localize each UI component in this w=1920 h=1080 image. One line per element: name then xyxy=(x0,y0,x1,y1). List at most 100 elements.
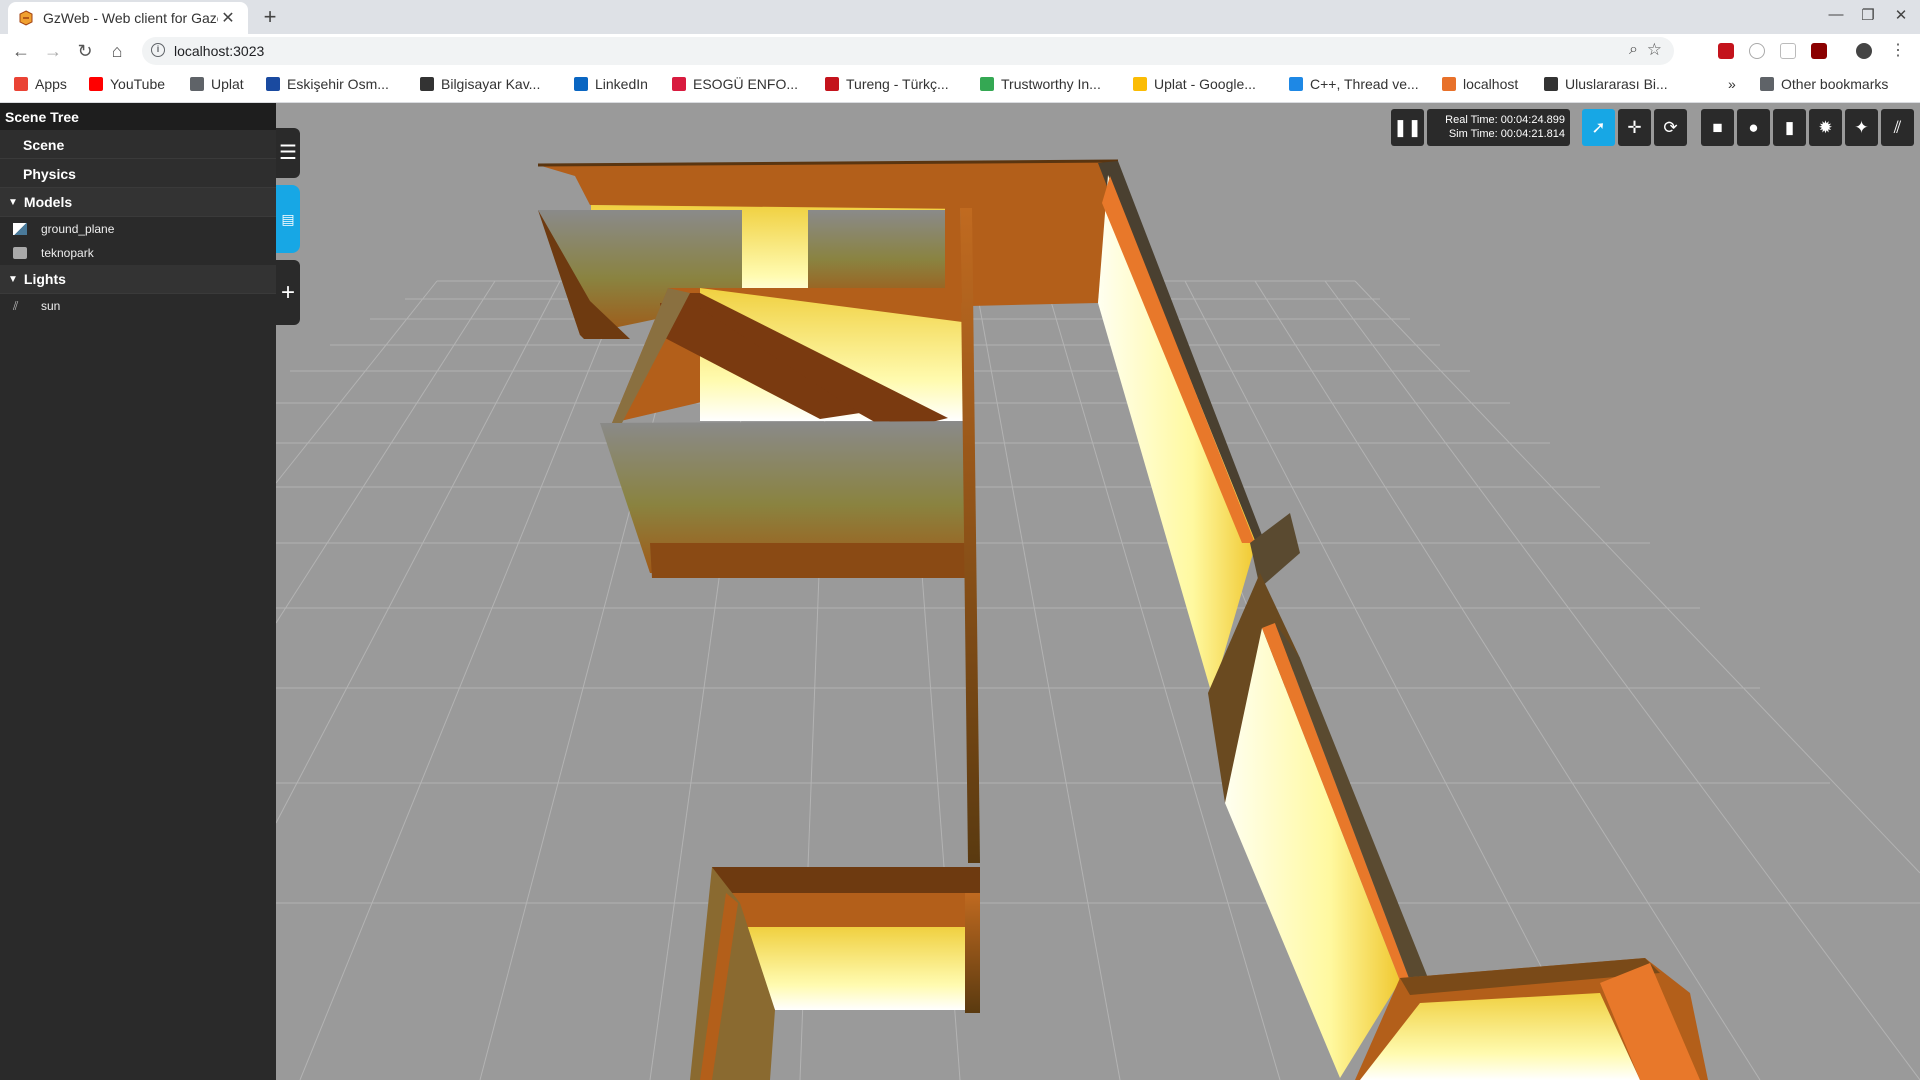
side-tabs: ☰ ▤ + xyxy=(276,128,300,346)
gazebo-icon xyxy=(19,10,33,26)
section-physics[interactable]: Physics xyxy=(0,159,276,188)
bookmarks-bar: » Other bookmarks Apps YouTube Uplat Eskişe… xyxy=(0,68,1920,103)
group-models-label: Models xyxy=(23,194,73,210)
bookmark-favicon-icon xyxy=(420,77,434,91)
bookmark-item[interactable]: YouTube xyxy=(89,76,165,92)
bookmark-favicon-icon xyxy=(1289,77,1303,91)
group-lights-label: Lights xyxy=(23,271,66,287)
bookmark-item[interactable]: Uplat xyxy=(190,76,244,92)
sphere-shape-icon[interactable]: ● xyxy=(1737,109,1770,146)
bookmark-favicon-icon xyxy=(14,77,28,91)
zoom-icon[interactable]: ⌕ xyxy=(1629,41,1638,59)
rotate-mode-icon[interactable]: ⟳ xyxy=(1654,109,1687,146)
bookmark-label: Tureng - Türkç... xyxy=(846,76,949,92)
pause-button[interactable]: ❚❚ xyxy=(1391,109,1424,146)
bookmark-favicon-icon xyxy=(1133,77,1147,91)
caret-down-icon: ▼ xyxy=(8,273,18,285)
ublock-icon[interactable] xyxy=(1811,43,1827,59)
bookmark-label: localhost xyxy=(1463,76,1519,92)
restore-icon[interactable]: ❐ xyxy=(1856,6,1880,24)
bookmark-label: LinkedIn xyxy=(595,76,648,92)
bookmark-item[interactable]: Apps xyxy=(14,76,67,92)
directional-light-tool-icon[interactable]: ⫽ xyxy=(1881,109,1914,146)
model-item-teknopark[interactable]: teknopark xyxy=(0,241,276,265)
spot-light-icon[interactable]: ✦ xyxy=(1845,109,1878,146)
translate-mode-icon[interactable]: ✛ xyxy=(1618,109,1651,146)
bookmark-label: Uplat - Google... xyxy=(1154,76,1256,92)
hud-manipulation-tools: ➚ ✛ ⟳ xyxy=(1582,109,1687,147)
box-shape-icon[interactable]: ■ xyxy=(1701,109,1734,146)
caret-down-icon: ▼ xyxy=(8,196,18,208)
directional-light-icon: ⫽ xyxy=(13,299,19,313)
cylinder-shape-icon[interactable]: ▮ xyxy=(1773,109,1806,146)
site-info-icon[interactable]: i xyxy=(151,43,165,57)
box-icon xyxy=(13,247,27,259)
address-bar[interactable]: i localhost:3023 ⌕ ☆ xyxy=(142,37,1674,65)
bookmark-item[interactable]: Bilgisayar Kav... xyxy=(420,76,540,92)
plane-icon xyxy=(13,223,27,235)
home-icon[interactable]: ⌂ xyxy=(105,40,129,62)
minimize-icon[interactable]: — xyxy=(1824,6,1848,23)
group-models[interactable]: ▼ Models xyxy=(0,188,276,217)
section-scene[interactable]: Scene xyxy=(0,130,276,159)
extension-icon[interactable] xyxy=(1749,43,1765,59)
light-item-sun[interactable]: ⫽ sun xyxy=(0,294,276,318)
hud-insert-tools: ■ ● ▮ ✹ ✦ ⫽ xyxy=(1701,109,1914,147)
extension-icon[interactable] xyxy=(1780,43,1796,59)
bookmark-favicon-icon xyxy=(574,77,588,91)
tab-title: GzWeb - Web client for Gazebo xyxy=(43,10,218,26)
time-display: Real Time: 00:04:24.899 Sim Time: 00:04:… xyxy=(1427,109,1570,146)
bookmark-label: Trustworthy In... xyxy=(1001,76,1101,92)
bookmark-label: Uluslararası Bi... xyxy=(1565,76,1668,92)
bookmark-item[interactable]: localhost xyxy=(1442,76,1518,92)
insert-model-icon[interactable]: + xyxy=(276,260,300,325)
bookmark-item[interactable]: Eskişehir Osm... xyxy=(266,76,389,92)
scene-tree-title: Scene Tree xyxy=(0,103,276,130)
bookmark-star-icon[interactable]: ☆ xyxy=(1647,40,1662,60)
close-window-icon[interactable]: ✕ xyxy=(1889,6,1913,24)
sim-time: Sim Time: 00:04:21.814 xyxy=(1448,128,1565,140)
gzweb-viewport: Scene Tree Scene Physics ▼ Models ground… xyxy=(0,103,1920,1080)
select-mode-icon[interactable]: ➚ xyxy=(1582,109,1615,146)
bookmark-item[interactable]: C++, Thread ve... xyxy=(1289,76,1419,92)
reload-icon[interactable]: ↻ xyxy=(73,40,97,62)
tree-panel-toggle-icon[interactable]: ▤ xyxy=(276,185,300,253)
group-lights[interactable]: ▼ Lights xyxy=(0,265,276,294)
model-item-ground-plane[interactable]: ground_plane xyxy=(0,217,276,241)
real-time: Real Time: 00:04:24.899 xyxy=(1445,114,1565,126)
forward-icon[interactable]: → xyxy=(41,40,65,62)
bookmark-label: Bilgisayar Kav... xyxy=(441,76,541,92)
tab-strip: GzWeb - Web client for Gazebo ✕ + — ❐ ✕ xyxy=(0,0,1920,34)
close-tab-icon[interactable]: ✕ xyxy=(218,8,238,28)
browser-toolbar: ← → ↻ ⌂ i localhost:3023 ⌕ ☆ ⋮ xyxy=(0,34,1920,68)
bookmark-label: YouTube xyxy=(110,76,166,92)
folder-icon xyxy=(1760,77,1774,91)
bookmark-item[interactable]: Uluslararası Bi... xyxy=(1544,76,1668,92)
bookmark-favicon-icon xyxy=(1544,77,1558,91)
profile-avatar[interactable] xyxy=(1856,43,1872,59)
more-bookmarks-chevron[interactable]: » xyxy=(1728,76,1736,92)
building-room-stairs xyxy=(600,288,970,578)
bookmark-item[interactable]: ESOGÜ ENFO... xyxy=(672,76,798,92)
bookmark-label: Uplat xyxy=(211,76,244,92)
bookmark-favicon-icon xyxy=(89,77,103,91)
scene-tree-panel: Scene Tree Scene Physics ▼ Models ground… xyxy=(0,103,276,1080)
bookmark-favicon-icon xyxy=(980,77,994,91)
tab-gzweb[interactable]: GzWeb - Web client for Gazebo ✕ xyxy=(8,2,248,34)
extension-icon[interactable] xyxy=(1718,43,1734,59)
menu-icon[interactable]: ☰ xyxy=(276,128,300,178)
point-light-icon[interactable]: ✹ xyxy=(1809,109,1842,146)
bookmark-item[interactable]: Uplat - Google... xyxy=(1133,76,1256,92)
other-bookmarks[interactable]: Other bookmarks xyxy=(1760,76,1888,92)
bookmark-item[interactable]: Tureng - Türkç... xyxy=(825,76,949,92)
bookmark-label: Eskişehir Osm... xyxy=(287,76,389,92)
bookmark-item[interactable]: Trustworthy In... xyxy=(980,76,1101,92)
url-text[interactable]: localhost:3023 xyxy=(174,43,264,59)
new-tab-button[interactable]: + xyxy=(258,5,282,29)
bookmark-favicon-icon xyxy=(672,77,686,91)
back-icon[interactable]: ← xyxy=(9,40,33,62)
menu-dots-icon[interactable]: ⋮ xyxy=(1886,40,1910,62)
bookmark-item[interactable]: LinkedIn xyxy=(574,76,648,92)
bookmark-label: C++, Thread ve... xyxy=(1310,76,1419,92)
bookmark-favicon-icon xyxy=(266,77,280,91)
